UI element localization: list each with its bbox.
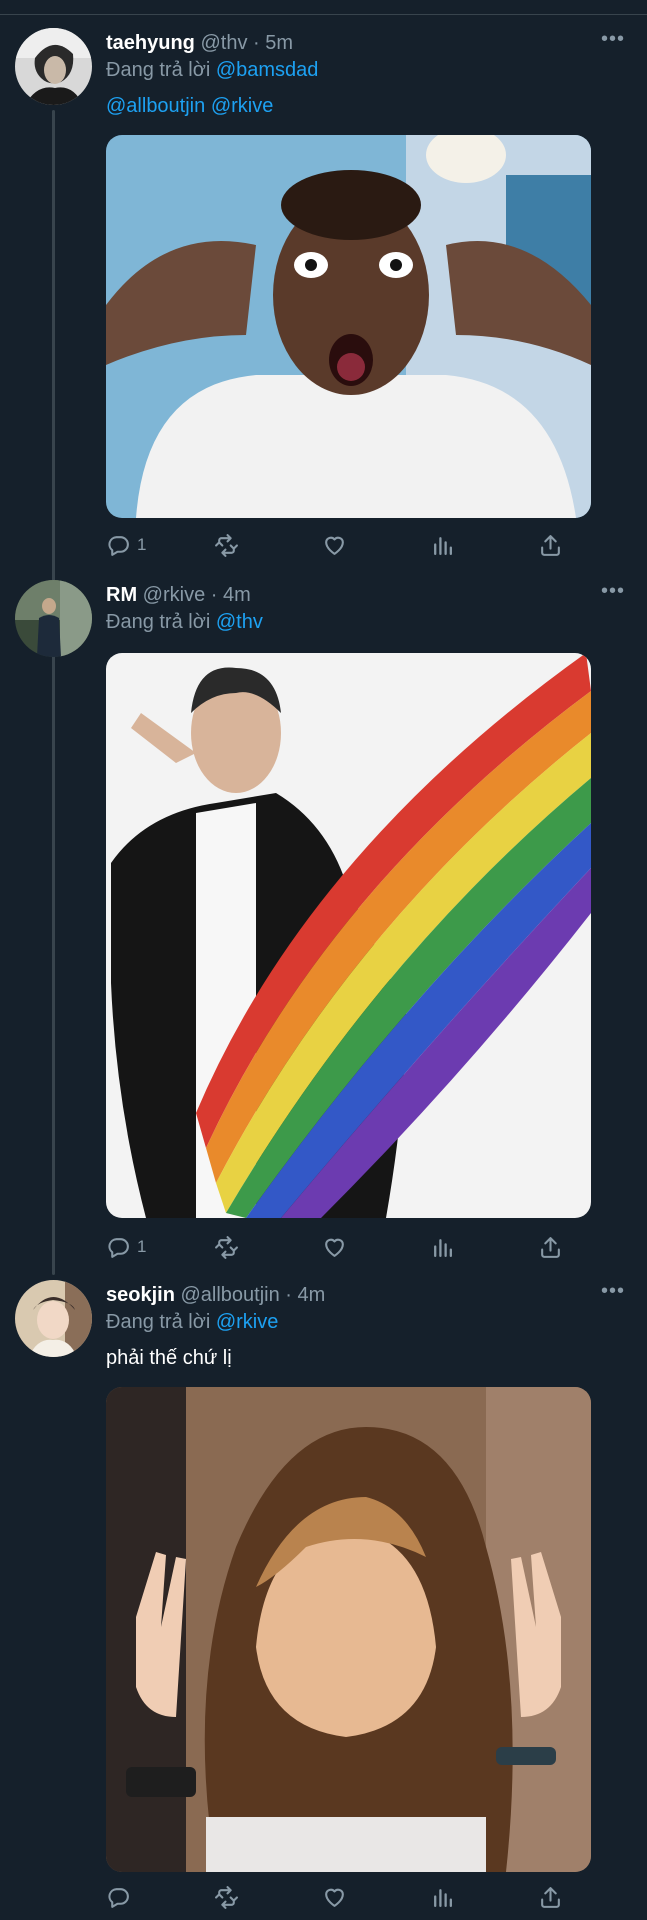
separator: · (285, 1284, 292, 1306)
reply-to-mention[interactable]: @rkive (216, 1311, 279, 1333)
separator: · (253, 32, 260, 54)
analytics-icon (434, 1888, 452, 1907)
previous-tweet-divider (0, 0, 647, 15)
more-icon[interactable]: ••• (601, 29, 625, 49)
more-icon[interactable]: ••• (601, 581, 625, 601)
more-icon[interactable]: ••• (601, 1281, 625, 1301)
mention-allboutjin[interactable]: @allboutjin (106, 95, 205, 117)
tweet-taehyung[interactable]: taehyung @thv · 5m ••• Đang trả lời @bam… (0, 28, 647, 568)
reply-icon (108, 1237, 129, 1258)
share-icon (541, 1236, 560, 1258)
reply-prefix: Đang trả lời (106, 611, 211, 633)
share-button[interactable] (538, 1230, 563, 1264)
reply-button[interactable]: 1 (106, 1230, 146, 1264)
reply-prefix: Đang trả lời (106, 59, 211, 81)
eminem-rainbow-flag-image (106, 653, 591, 1218)
tweet-actions (106, 1880, 591, 1914)
tweet-actions: 1 (106, 1230, 591, 1264)
tweet-media[interactable] (106, 135, 591, 518)
reply-icon (108, 535, 129, 556)
avatar[interactable] (15, 1280, 92, 1357)
like-button[interactable] (322, 1230, 347, 1264)
share-icon (541, 534, 560, 556)
retweet-icon (215, 1885, 238, 1909)
analytics-button[interactable] (430, 1230, 455, 1264)
reply-context: Đang trả lời @bamsdad (106, 57, 625, 83)
analytics-button[interactable] (430, 528, 455, 562)
reply-count: 1 (137, 535, 147, 554)
retweet-button[interactable] (214, 528, 239, 562)
like-button[interactable] (322, 528, 347, 562)
reply-button[interactable] (106, 1880, 137, 1914)
shocked-man-image (106, 135, 591, 518)
reply-icon (108, 1887, 129, 1908)
share-button[interactable] (538, 1880, 563, 1914)
heart-icon (325, 536, 344, 555)
analytics-button[interactable] (430, 1880, 455, 1914)
timestamp[interactable]: 4m (223, 584, 251, 606)
handle[interactable]: @allboutjin (180, 1284, 279, 1306)
share-button[interactable] (538, 528, 563, 562)
share-icon (541, 1886, 560, 1908)
heart-icon (325, 1238, 344, 1257)
retweet-icon (215, 1235, 238, 1259)
tweet-media[interactable] (106, 1387, 591, 1872)
reply-prefix: Đang trả lời (106, 1311, 211, 1333)
separator: · (210, 584, 218, 606)
retweet-icon (215, 533, 238, 557)
reply-count: 1 (137, 1237, 147, 1256)
display-name[interactable]: taehyung (106, 32, 195, 54)
reply-context: Đang trả lời @thv (106, 609, 625, 635)
avatar[interactable] (15, 580, 92, 657)
timestamp[interactable]: 5m (265, 32, 293, 54)
reply-to-mention[interactable]: @bamsdad (216, 59, 319, 81)
timestamp[interactable]: 4m (298, 1284, 326, 1306)
tweet-seokjin[interactable]: seokjin @allboutjin · 4m ••• Đang trả lờ… (0, 1280, 647, 1920)
retweet-button[interactable] (214, 1230, 239, 1264)
retweet-button[interactable] (214, 1880, 239, 1914)
analytics-icon (434, 536, 452, 555)
woman-finger-point-image (106, 1387, 591, 1872)
like-button[interactable] (322, 1880, 347, 1914)
reply-button[interactable]: 1 (106, 528, 146, 562)
avatar-taehyung-image (15, 28, 92, 105)
heart-icon (325, 1888, 344, 1907)
handle[interactable]: @thv (200, 32, 247, 54)
reply-context: Đang trả lời @rkive (106, 1309, 625, 1335)
handle[interactable]: @rkive (143, 584, 206, 606)
avatar-rm-image (15, 580, 92, 657)
tweet-rm[interactable]: RM @rkive · 4m ••• Đang trả lời @thv 1 (0, 580, 647, 1270)
tweet-media[interactable] (106, 653, 591, 1218)
mention-rkive[interactable]: @rkive (211, 95, 274, 117)
reply-to-mention[interactable]: @thv (216, 611, 263, 633)
display-name[interactable]: seokjin (106, 1284, 175, 1306)
avatar[interactable] (15, 28, 92, 105)
display-name[interactable]: RM (106, 584, 137, 606)
tweet-actions: 1 (106, 528, 591, 562)
tweet-text: phải thế chứ lị (106, 1347, 232, 1369)
analytics-icon (434, 1238, 452, 1257)
avatar-seokjin-image (15, 1280, 92, 1357)
